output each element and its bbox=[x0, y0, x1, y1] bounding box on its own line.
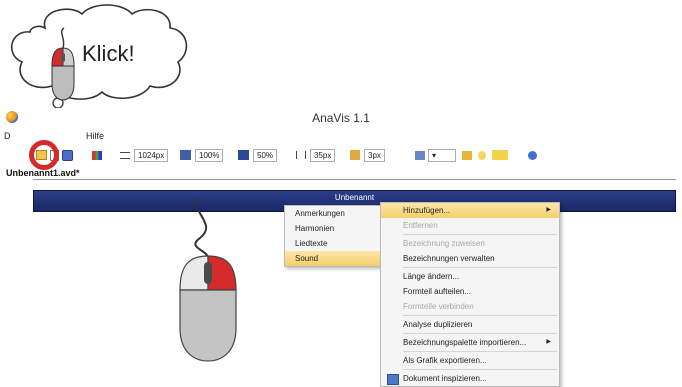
width-field[interactable]: 1024px bbox=[120, 148, 169, 162]
title-bar: AnaVis 1.1 bbox=[0, 108, 682, 128]
menu-separator bbox=[403, 267, 557, 268]
menu-help[interactable]: Hilfe bbox=[86, 131, 104, 141]
mouse-icon-large bbox=[179, 198, 237, 362]
save-icon[interactable] bbox=[62, 148, 77, 162]
border-style-dropdown[interactable]: ▾ bbox=[428, 148, 456, 162]
menu-file[interactable]: D bbox=[4, 131, 11, 141]
bulb-icon[interactable] bbox=[478, 148, 490, 162]
zoom-field[interactable]: 100% bbox=[180, 148, 224, 162]
menu-separator bbox=[403, 315, 557, 316]
menu-item-change-length[interactable]: Länge ändern... bbox=[381, 269, 559, 284]
menu-separator bbox=[403, 351, 557, 352]
callout-text: Klick! bbox=[82, 41, 135, 66]
palette-icon[interactable] bbox=[92, 148, 106, 162]
menu-bar: D Hilfe bbox=[0, 130, 682, 144]
menu-separator bbox=[403, 234, 557, 235]
menu-item-split-part[interactable]: Formteil aufteilen... bbox=[381, 284, 559, 299]
chevron-right-icon: ▶ bbox=[546, 207, 551, 213]
menu-item-export-graphic[interactable]: Als Grafik exportieren... bbox=[381, 353, 559, 368]
menu-item-duplicate-analysis[interactable]: Analyse duplizieren bbox=[381, 317, 559, 332]
menu-item-add[interactable]: Hinzufügen... ▶ bbox=[381, 203, 559, 218]
menu-item-join-parts[interactable]: Formteile verbinden bbox=[381, 299, 559, 314]
window-title: AnaVis 1.1 bbox=[312, 111, 370, 125]
highlight-circle bbox=[29, 140, 59, 170]
inspect-icon bbox=[387, 374, 399, 385]
mouse-icon-small bbox=[51, 27, 75, 101]
menu-separator bbox=[403, 369, 557, 370]
context-menu: Hinzufügen... ▶ Entfernen Bezeichnung zuw… bbox=[380, 202, 560, 387]
menu-item-import-palette[interactable]: Bezeichnungspalette importieren... ▶ bbox=[381, 335, 559, 350]
layers-icon[interactable] bbox=[462, 148, 476, 162]
document-divider bbox=[33, 179, 676, 180]
chevron-right-icon: ▶ bbox=[546, 339, 551, 345]
help-icon[interactable] bbox=[528, 148, 541, 162]
spellcheck-icon[interactable] bbox=[492, 148, 512, 162]
menu-item-assign-label[interactable]: Bezeichnung zuweisen bbox=[381, 236, 559, 251]
spacing-field[interactable]: 35px bbox=[296, 148, 336, 162]
toolbar: 1024px 100% 50% 35px 3px ▾ bbox=[0, 146, 682, 164]
menu-item-inspect-document[interactable]: Dokument inspizieren... bbox=[381, 371, 559, 386]
submenu-add: Anmerkungen Harmonien Liedtexte Sound bbox=[284, 205, 383, 267]
submenu-item-annotations[interactable]: Anmerkungen bbox=[285, 206, 382, 221]
form-bar-label: Unbenannt bbox=[334, 193, 375, 202]
menu-separator bbox=[403, 333, 557, 334]
menu-item-remove[interactable]: Entfernen bbox=[381, 218, 559, 233]
height-field[interactable]: 50% bbox=[238, 148, 278, 162]
submenu-item-sound[interactable]: Sound bbox=[285, 251, 382, 266]
fill-color-icon[interactable] bbox=[415, 148, 429, 162]
menu-item-manage-labels[interactable]: Bezeichnungen verwalten bbox=[381, 251, 559, 266]
line-width-field[interactable]: 3px bbox=[350, 148, 385, 162]
submenu-item-harmonies[interactable]: Harmonien bbox=[285, 221, 382, 236]
submenu-item-lyrics[interactable]: Liedtexte bbox=[285, 236, 382, 251]
